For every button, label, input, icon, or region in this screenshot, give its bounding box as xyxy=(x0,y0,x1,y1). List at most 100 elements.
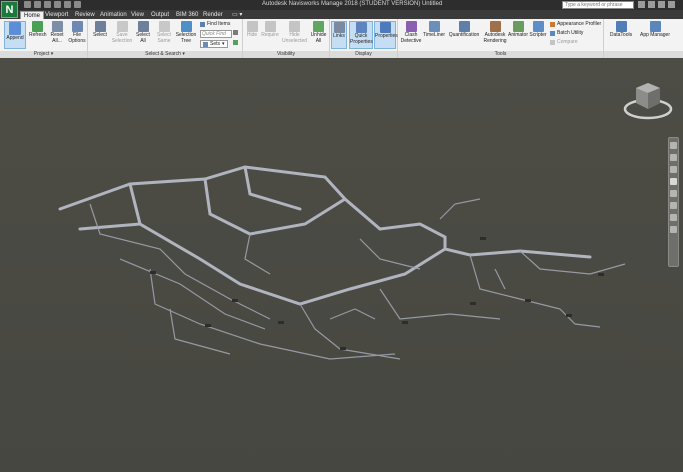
tab-view[interactable]: View xyxy=(131,11,144,19)
quick-properties-label: Quick Properties xyxy=(350,33,373,45)
select-same-icon xyxy=(158,21,170,32)
tab-overflow-icon[interactable]: ▭ ▾ xyxy=(232,11,242,19)
save-icon[interactable] xyxy=(34,1,41,8)
app-manager-label: App Manager xyxy=(639,32,671,38)
selection-tree-button[interactable]: Selection Tree xyxy=(175,21,197,44)
quick-properties-button[interactable]: Quick Properties xyxy=(349,21,373,49)
panel-extra: DataTools App Manager xyxy=(604,19,683,58)
panel-project: Append Refresh Reset All... File Options… xyxy=(0,19,88,58)
save-selection-icon xyxy=(116,21,128,32)
quick-find-input[interactable]: Quick Find xyxy=(200,30,232,38)
binoculars-icon[interactable] xyxy=(638,1,645,8)
clash-detective-button[interactable]: Clash Detective xyxy=(400,21,422,44)
properties-button[interactable]: Properties xyxy=(374,21,398,49)
orbit-icon[interactable] xyxy=(670,178,677,185)
title-bar: Autodesk Navisworks Manage 2018 (STUDENT… xyxy=(0,0,683,10)
panel-title-project[interactable]: Project ▾ xyxy=(0,51,87,58)
print-icon[interactable] xyxy=(64,1,71,8)
batch-utility-button[interactable]: Batch Utility xyxy=(550,30,583,36)
timeliner-button[interactable]: TimeLiner xyxy=(423,21,445,39)
steering-wheel-icon[interactable] xyxy=(670,142,677,149)
cursor-icon xyxy=(94,21,106,32)
scripter-button[interactable]: Scripter xyxy=(529,21,547,39)
timeliner-label: TimeLiner xyxy=(423,32,446,38)
viewcube[interactable] xyxy=(622,79,674,125)
append-button[interactable]: Append xyxy=(4,21,26,49)
panel-select-search: Select Save Selection Select All Select … xyxy=(88,19,243,58)
quantification-button[interactable]: Quantification xyxy=(447,21,481,39)
clash-label: Clash Detective xyxy=(400,32,422,44)
save-selection-button[interactable]: Save Selection xyxy=(111,21,133,44)
link-icon xyxy=(333,22,345,33)
hide-unselected-button[interactable]: Hide Unselected xyxy=(281,21,308,44)
tab-review[interactable]: Review xyxy=(75,11,95,19)
undo-icon[interactable] xyxy=(44,1,51,8)
qat-dropdown-icon[interactable] xyxy=(74,1,81,8)
navbar-menu-icon[interactable] xyxy=(670,226,677,233)
tab-render[interactable]: Render xyxy=(203,11,223,19)
teapot-icon xyxy=(489,21,501,32)
autodesk-rendering-button[interactable]: Autodesk Rendering xyxy=(482,21,508,44)
panel-title-select-search[interactable]: Select & Search ▾ xyxy=(88,51,242,58)
properties-icon xyxy=(379,22,391,33)
app-menu-button[interactable]: N xyxy=(1,1,18,18)
appearance-profiler-label: Appearance Profiler xyxy=(557,21,602,27)
app-manager-icon xyxy=(649,21,661,32)
sets-dropdown[interactable]: Sets ▾ xyxy=(200,40,228,48)
scripter-icon xyxy=(532,21,544,32)
tab-bim360[interactable]: BIM 360 xyxy=(176,11,198,19)
select-same-button[interactable]: Select Same xyxy=(155,21,173,44)
minimize-icon[interactable] xyxy=(668,1,675,8)
tab-home[interactable]: Home xyxy=(20,11,45,19)
search-input[interactable]: Type a keyword or phrase xyxy=(562,1,634,9)
reset-label: Reset All... xyxy=(50,32,64,44)
refresh-button[interactable]: Refresh xyxy=(29,21,47,39)
hide-unselected-icon xyxy=(289,21,300,32)
hide-icon xyxy=(246,21,258,32)
animator-button[interactable]: Animator xyxy=(508,21,528,39)
file-options-icon xyxy=(71,21,83,32)
file-options-label: File Options xyxy=(68,32,86,44)
user-icon[interactable] xyxy=(648,1,655,8)
ribbon-tabs: Home Viewport Review Animation View Outp… xyxy=(0,10,683,19)
open-icon[interactable] xyxy=(24,1,31,8)
unhide-all-button[interactable]: Unhide All xyxy=(309,21,328,44)
3d-viewport[interactable] xyxy=(0,59,683,472)
reset-all-button[interactable]: Reset All... xyxy=(49,21,65,44)
refresh-icon xyxy=(32,21,43,32)
select-tool-icon[interactable] xyxy=(670,214,677,221)
links-button[interactable]: Links xyxy=(331,21,347,49)
pan-icon[interactable] xyxy=(670,154,677,161)
select-all-icon xyxy=(137,21,149,32)
help-icon[interactable] xyxy=(658,1,665,8)
clash-icon xyxy=(405,21,417,32)
tab-viewport[interactable]: Viewport xyxy=(45,11,68,19)
select-all-button[interactable]: Select All xyxy=(135,21,151,44)
pipe-model xyxy=(58,165,626,360)
file-options-button[interactable]: File Options xyxy=(68,21,86,44)
panel-display: Links Quick Properties Properties Displa… xyxy=(330,19,398,58)
app-manager-button[interactable]: App Manager xyxy=(637,21,673,39)
redo-icon[interactable] xyxy=(54,1,61,8)
zoom-icon[interactable] xyxy=(670,166,677,173)
walk-icon[interactable] xyxy=(670,202,677,209)
hide-button[interactable]: Hide xyxy=(245,21,259,39)
select-button[interactable]: Select xyxy=(91,21,109,39)
find-items-button[interactable]: Find Items xyxy=(200,21,230,27)
appearance-profiler-button[interactable]: Appearance Profiler xyxy=(550,21,601,27)
require-button[interactable]: Require xyxy=(260,21,280,39)
find-items-label: Find Items xyxy=(207,21,231,27)
binoculars-small-icon xyxy=(233,30,238,35)
datatools-button[interactable]: DataTools xyxy=(608,21,634,39)
links-label: Links xyxy=(333,33,345,39)
quick-find-go-icon[interactable] xyxy=(233,30,238,35)
unhide-label: Unhide All xyxy=(310,32,327,44)
tree-icon xyxy=(180,21,192,32)
tab-output[interactable]: Output xyxy=(151,11,169,19)
compare-button[interactable]: Compare xyxy=(550,39,578,45)
manage-sets-icon[interactable] xyxy=(233,40,238,45)
timeliner-icon xyxy=(428,21,440,32)
tab-animation[interactable]: Animation xyxy=(100,11,127,19)
unhide-icon xyxy=(313,21,324,32)
look-icon[interactable] xyxy=(670,190,677,197)
